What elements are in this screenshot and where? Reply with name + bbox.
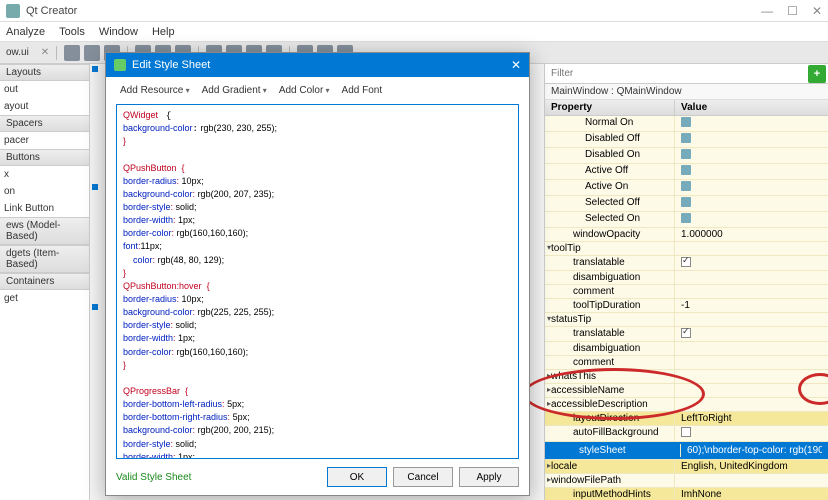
property-row[interactable]: ▸accessibleDescription	[545, 398, 828, 412]
add-color-button[interactable]: Add Color	[275, 83, 334, 98]
add-resource-button[interactable]: Add Resource	[116, 83, 194, 98]
widget-item[interactable]: pacer	[0, 132, 89, 149]
maximize-icon[interactable]: ☐	[787, 4, 798, 18]
property-row[interactable]: translatable	[545, 327, 828, 342]
property-row[interactable]: layoutDirectionLeftToRight	[545, 412, 828, 426]
dialog-title: Edit Style Sheet	[132, 59, 210, 71]
category-header[interactable]: dgets (Item-Based)	[0, 245, 89, 273]
property-row[interactable]: Normal On	[545, 116, 828, 132]
property-panel: + MainWindow : QMainWindow Property Valu…	[544, 64, 828, 500]
property-row[interactable]: autoFillBackground	[545, 426, 828, 442]
dialog-close-icon[interactable]: ✕	[511, 58, 521, 72]
property-row[interactable]: Selected Off	[545, 196, 828, 212]
pixmap-icon	[681, 165, 691, 175]
property-row[interactable]: comment	[545, 356, 828, 370]
property-row[interactable]: disambiguation	[545, 271, 828, 285]
valid-indicator: Valid Style Sheet	[116, 472, 191, 483]
widget-item[interactable]: get	[0, 290, 89, 307]
property-row[interactable]: toolTipDuration-1	[545, 299, 828, 313]
property-row[interactable]: windowOpacity1.000000	[545, 228, 828, 242]
pixmap-icon	[681, 149, 691, 159]
close-icon[interactable]: ✕	[812, 4, 822, 18]
widget-item[interactable]: on	[0, 183, 89, 200]
property-row[interactable]: Disabled On	[545, 148, 828, 164]
category-header[interactable]: Buttons	[0, 149, 89, 166]
add-gradient-button[interactable]: Add Gradient	[198, 83, 271, 98]
menu-analyze[interactable]: Analyze	[6, 26, 45, 38]
property-row[interactable]: Disabled Off	[545, 132, 828, 148]
pixmap-icon	[681, 213, 691, 223]
add-dynamic-property-button[interactable]: +	[808, 65, 826, 83]
doc-tab[interactable]: ow.ui	[6, 47, 37, 58]
object-selection: MainWindow : QMainWindow	[545, 84, 828, 100]
app-icon	[6, 4, 20, 18]
pixmap-icon	[681, 117, 691, 127]
menu-window[interactable]: Window	[99, 26, 138, 38]
tool-btn[interactable]	[84, 45, 100, 61]
pixmap-icon	[681, 181, 691, 191]
menu-help[interactable]: Help	[152, 26, 175, 38]
palette-icon	[114, 59, 126, 71]
checkbox[interactable]	[681, 257, 691, 267]
ok-button[interactable]: OK	[327, 467, 387, 487]
widget-item[interactable]: out	[0, 81, 89, 98]
category-header[interactable]: ews (Model-Based)	[0, 217, 89, 245]
category-header[interactable]: Layouts	[0, 64, 89, 81]
property-row[interactable]: ▸windowFilePath	[545, 474, 828, 488]
apply-button[interactable]: Apply	[459, 467, 519, 487]
property-row[interactable]: styleSheet60);\nborder-top-color: rgb(19…	[545, 442, 828, 460]
property-row[interactable]: translatable	[545, 256, 828, 271]
property-row[interactable]: ▾statusTip	[545, 313, 828, 327]
widget-item[interactable]: x	[0, 166, 89, 183]
cancel-button[interactable]: Cancel	[393, 467, 453, 487]
property-row[interactable]: Selected On	[545, 212, 828, 228]
pixmap-icon	[681, 197, 691, 207]
checkbox[interactable]	[681, 328, 691, 338]
property-row[interactable]: inputMethodHintsImhNone	[545, 488, 828, 500]
minimize-icon[interactable]: —	[761, 4, 773, 18]
app-title: Qt Creator	[26, 5, 77, 17]
menu-tools[interactable]: Tools	[59, 26, 85, 38]
edit-stylesheet-dialog: Edit Style Sheet ✕ Add Resource Add Grad…	[105, 52, 530, 496]
property-row[interactable]: ▸localeEnglish, UnitedKingdom	[545, 460, 828, 474]
checkbox[interactable]	[681, 427, 691, 437]
category-header[interactable]: Spacers	[0, 115, 89, 132]
add-font-button[interactable]: Add Font	[338, 83, 387, 98]
stylesheet-editor[interactable]: QWidget { background-color: rgb(230, 230…	[116, 104, 519, 459]
tool-btn[interactable]	[64, 45, 80, 61]
widget-item[interactable]: ayout	[0, 98, 89, 115]
widget-box: LayoutsoutayoutSpacerspacerButtonsxonLin…	[0, 64, 90, 500]
menu-bar: Analyze Tools Window Help	[0, 22, 828, 42]
pixmap-icon	[681, 133, 691, 143]
category-header[interactable]: Containers	[0, 273, 89, 290]
filter-input[interactable]	[545, 66, 808, 81]
col-property[interactable]: Property	[545, 100, 675, 115]
property-row[interactable]: disambiguation	[545, 342, 828, 356]
property-row[interactable]: ▸whatsThis	[545, 370, 828, 384]
property-row[interactable]: Active Off	[545, 164, 828, 180]
widget-item[interactable]: Link Button	[0, 200, 89, 217]
col-value[interactable]: Value	[675, 100, 713, 115]
property-row[interactable]: ▾toolTip	[545, 242, 828, 256]
title-bar: Qt Creator — ☐ ✕	[0, 0, 828, 22]
property-row[interactable]: ▸accessibleName	[545, 384, 828, 398]
property-row[interactable]: comment	[545, 285, 828, 299]
dialog-title-bar[interactable]: Edit Style Sheet ✕	[106, 53, 529, 77]
property-row[interactable]: Active On	[545, 180, 828, 196]
